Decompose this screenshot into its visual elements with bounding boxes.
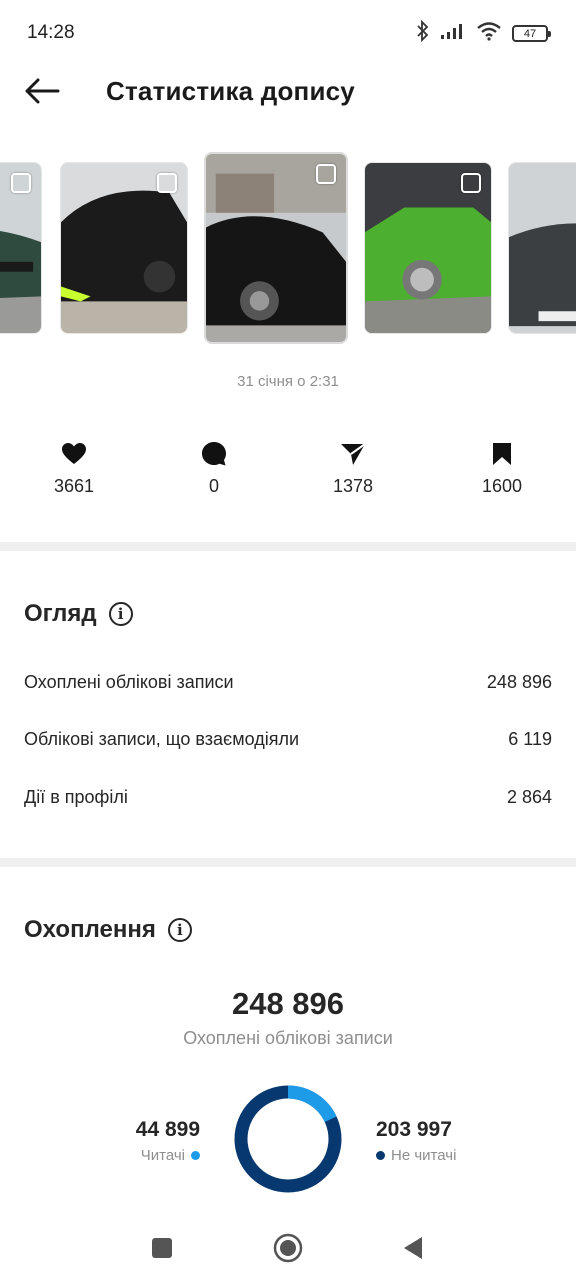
reach-total-label: Охоплені облікові записи xyxy=(183,1028,393,1048)
followers-legend: 44 899 Читачі xyxy=(136,1118,200,1164)
back-button[interactable] xyxy=(22,76,62,110)
system-nav-bar xyxy=(0,1216,576,1280)
likes-stat: 3661 xyxy=(24,440,124,497)
post-date: 31 січня о 2:31 xyxy=(237,373,339,390)
carousel-item-4[interactable] xyxy=(364,162,492,334)
likes-count: 3661 xyxy=(53,476,95,496)
select-checkbox[interactable] xyxy=(461,173,481,193)
reach-title-text: Охоплення xyxy=(24,916,156,943)
non-followers-label-row: Не читачі xyxy=(376,1147,456,1164)
circle-icon xyxy=(273,1233,303,1263)
header: Статистика допису xyxy=(0,66,576,120)
metric-row-engaged[interactable]: Облікові записи, що взаємодіяли 6 119 xyxy=(24,729,552,750)
followers-label-row: Читачі xyxy=(136,1147,200,1164)
car-photo-5 xyxy=(509,163,576,333)
status-icons: 47 xyxy=(416,19,551,47)
arrow-left-icon xyxy=(24,78,60,109)
overview-title: Огляд i xyxy=(24,600,133,628)
info-icon[interactable]: i xyxy=(167,918,192,942)
non-followers-label: Не читачі xyxy=(391,1147,457,1164)
back-nav-button[interactable] xyxy=(395,1230,431,1266)
carousel-item-2[interactable] xyxy=(60,162,188,334)
reach-title: Охоплення i xyxy=(24,916,192,944)
metric-value: 6 119 xyxy=(508,729,552,749)
metric-label: Облікові записи, що взаємодіяли xyxy=(24,729,300,749)
followers-dot xyxy=(191,1151,200,1160)
section-divider xyxy=(0,542,576,551)
bookmark-icon xyxy=(452,440,552,468)
followers-label: Читачі xyxy=(140,1147,185,1164)
shares-count: 1378 xyxy=(332,476,374,496)
home-button[interactable] xyxy=(270,1230,306,1266)
carousel-item-3[interactable] xyxy=(204,152,348,344)
shares-stat: 1378 xyxy=(303,440,403,497)
post-carousel[interactable] xyxy=(0,152,576,348)
metric-row-profile-actions[interactable]: Дії в профілі 2 864 xyxy=(24,787,552,808)
reach-total: 248 896 xyxy=(231,986,345,1021)
comments-count: 0 xyxy=(208,476,219,496)
wifi-icon xyxy=(476,21,502,46)
followers-value: 44 899 xyxy=(135,1118,200,1141)
carousel-item-1[interactable] xyxy=(0,162,42,334)
metric-value: 2 864 xyxy=(506,787,552,807)
stats-row: 3661 0 1378 1600 xyxy=(0,440,576,500)
status-bar: 14:28 47 xyxy=(0,0,576,66)
metric-value: 248 896 xyxy=(486,672,552,692)
select-checkbox[interactable] xyxy=(157,173,177,193)
info-icon[interactable]: i xyxy=(108,602,133,626)
saves-stat: 1600 xyxy=(452,440,552,497)
comment-icon xyxy=(164,440,264,468)
metric-row-reached[interactable]: Охоплені облікові записи 248 896 xyxy=(24,672,552,693)
non-followers-dot xyxy=(376,1151,385,1160)
send-icon xyxy=(303,440,403,468)
non-followers-value: 203 997 xyxy=(376,1118,452,1141)
carousel-item-5[interactable] xyxy=(508,162,576,334)
heart-icon xyxy=(24,440,124,468)
square-icon xyxy=(152,1238,172,1258)
bluetooth-icon xyxy=(416,19,430,47)
comments-stat: 0 xyxy=(164,440,264,497)
triangle-back-icon xyxy=(404,1237,422,1259)
metric-label: Охоплені облікові записи xyxy=(24,672,234,692)
metric-label: Дії в профілі xyxy=(24,787,128,807)
recents-button[interactable] xyxy=(144,1230,180,1266)
status-time: 14:28 xyxy=(27,22,75,43)
battery-icon: 47 xyxy=(512,25,551,42)
select-checkbox[interactable] xyxy=(11,173,31,193)
reach-donut-chart xyxy=(234,1085,342,1193)
saves-count: 1600 xyxy=(481,476,523,496)
select-checkbox[interactable] xyxy=(316,164,336,184)
non-followers-legend: 203 997 Не читачі xyxy=(376,1118,456,1164)
overview-title-text: Огляд xyxy=(24,600,97,627)
page-title: Статистика допису xyxy=(106,76,355,106)
signal-icon xyxy=(440,22,466,45)
section-divider xyxy=(0,858,576,867)
